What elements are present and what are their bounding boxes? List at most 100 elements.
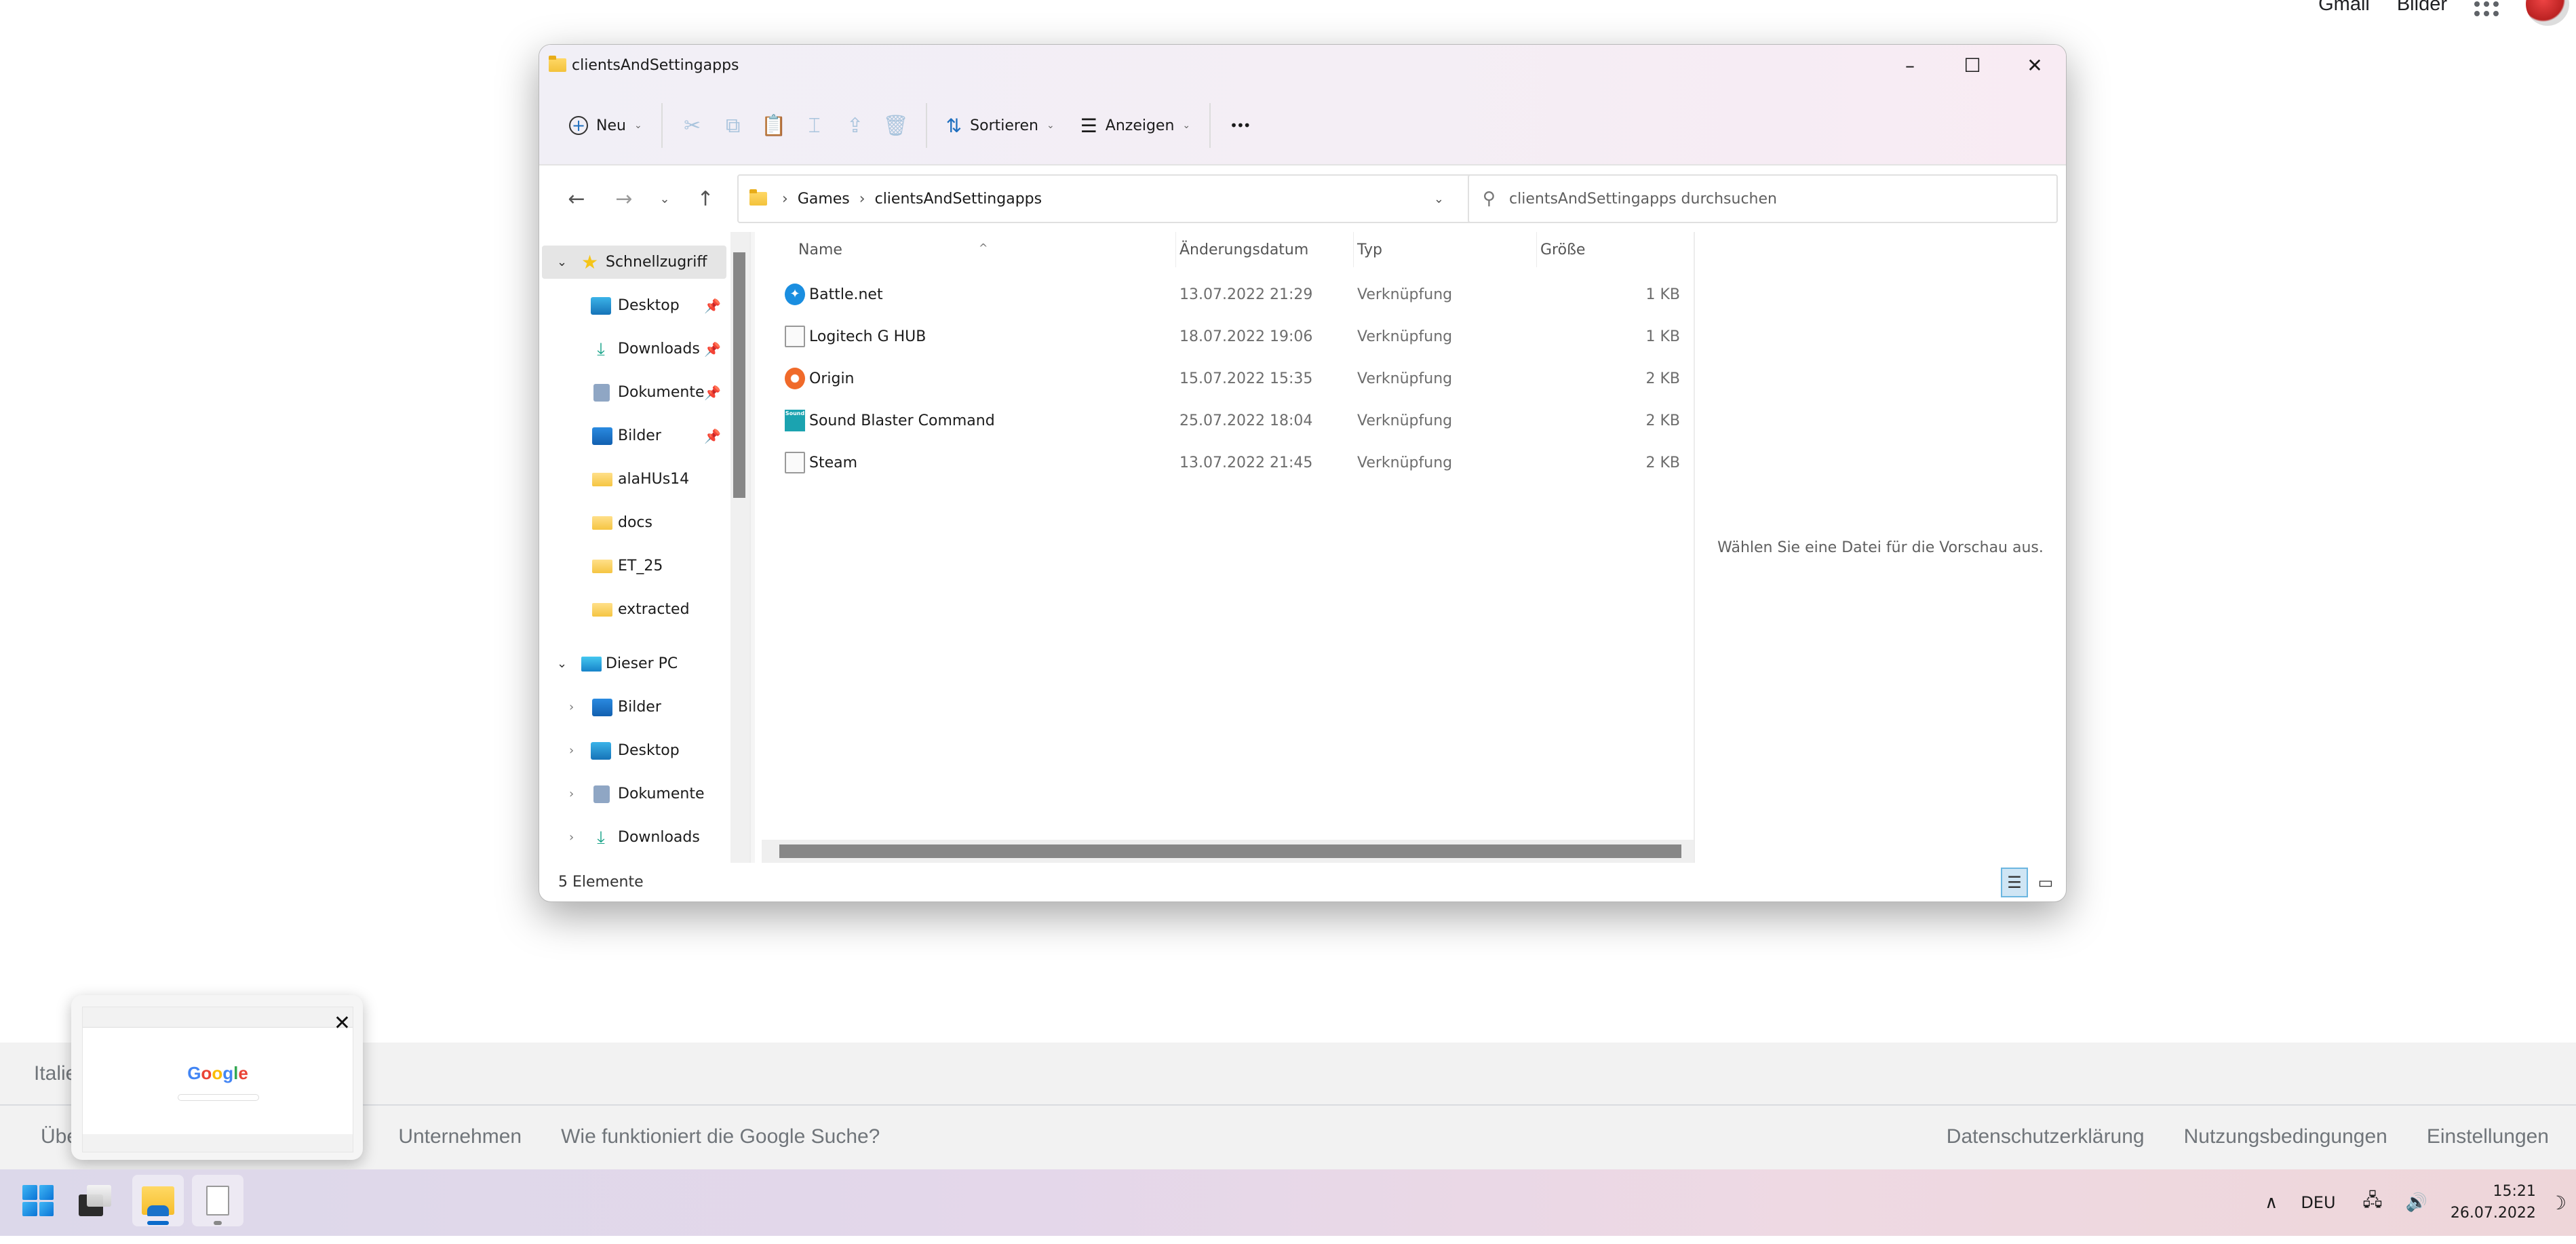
sidebar-label: alaHUs14	[618, 471, 690, 488]
chevron-right-icon[interactable]: ›	[569, 830, 574, 844]
breadcrumb-games[interactable]: Games	[798, 191, 850, 208]
input-language[interactable]: DEU	[2301, 1193, 2335, 1212]
origin-icon	[785, 368, 805, 389]
footer-link-business[interactable]: Unternehmen	[398, 1125, 522, 1148]
column-divider[interactable]	[1175, 232, 1176, 267]
gmail-link[interactable]: Gmail	[2318, 0, 2370, 16]
sidebar-item-documents[interactable]: Dokumente 📌	[542, 376, 726, 409]
chevron-down-icon[interactable]: ⌄	[557, 657, 567, 671]
sidebar-item-pc-downloads[interactable]: › ⤓ Downloads	[542, 821, 726, 854]
sidebar-item-desktop[interactable]: Desktop 📌	[542, 289, 726, 322]
chevron-down-icon[interactable]: ⌄	[557, 255, 567, 269]
horizontal-scrollbar-thumb[interactable]	[779, 844, 1681, 858]
sidebar-item-pictures[interactable]: Bilder 📌	[542, 419, 726, 452]
column-header-date[interactable]: Änderungsdatum	[1179, 241, 1308, 258]
more-options-button[interactable]: •••	[1220, 105, 1259, 146]
footer-link-how-search-works[interactable]: Wie funktioniert die Google Suche?	[561, 1125, 880, 1148]
rename-icon[interactable]: ⌶	[794, 105, 835, 146]
file-row[interactable]: Sound Sound Blaster Command 25.07.2022 1…	[768, 400, 1694, 442]
title-bar[interactable]: clientsAndSettingapps	[539, 45, 2066, 85]
navigation-pane: ⌄ ★ Schnellzugriff Desktop 📌 ⤓ Downloads…	[539, 232, 749, 863]
sidebar-item-pc-desktop[interactable]: › Desktop	[542, 734, 726, 767]
forward-button[interactable]: →	[600, 178, 648, 219]
pane-divider[interactable]	[749, 232, 755, 863]
clock[interactable]: 15:21 26.07.2022	[2451, 1181, 2536, 1224]
column-header-name[interactable]: Name	[798, 241, 842, 258]
file-row[interactable]: Logitech G HUB 18.07.2022 19:06 Verknüpf…	[768, 316, 1694, 358]
taskbar-preview-thumbnail[interactable]: Google ✕	[71, 995, 363, 1160]
network-icon[interactable]: 🖧	[2363, 1188, 2383, 1218]
task-view-button[interactable]	[69, 1175, 121, 1226]
column-divider[interactable]	[1536, 232, 1537, 267]
copy-icon[interactable]: ⧉	[713, 105, 754, 146]
show-hidden-icons-button[interactable]: ∧	[2265, 1192, 2278, 1213]
file-row[interactable]: Origin 15.07.2022 15:35 Verknüpfung 2 KB	[768, 358, 1694, 400]
file-type: Verknüpfung	[1357, 328, 1453, 345]
sidebar-item-quick-access[interactable]: ⌄ ★ Schnellzugriff	[542, 246, 726, 279]
sidebar-item-folder[interactable]: extracted	[542, 593, 726, 626]
sidebar-item-folder[interactable]: alaHUs14	[542, 463, 726, 496]
thumbnail-browser-page: Google	[82, 1007, 353, 1152]
pin-icon[interactable]: 📌	[704, 385, 721, 401]
search-box[interactable]: ⚲ clientsAndSettingapps durchsuchen	[1468, 174, 2058, 223]
share-icon[interactable]: ⇪	[835, 105, 876, 146]
footer-link-settings[interactable]: Einstellungen	[2427, 1125, 2549, 1148]
address-dropdown-button[interactable]: ⌄	[1434, 192, 1444, 206]
cut-icon[interactable]: ✂	[672, 105, 713, 146]
close-button[interactable]: ✕	[2004, 45, 2066, 85]
back-button[interactable]: ←	[553, 178, 600, 219]
sidebar-scrollbar-thumb[interactable]	[733, 252, 745, 498]
breadcrumb-current[interactable]: clientsAndSettingapps	[875, 191, 1042, 208]
paste-icon[interactable]: 📋	[754, 105, 794, 146]
file-row[interactable]: Steam 13.07.2022 21:45 Verknüpfung 2 KB	[768, 442, 1694, 484]
pin-icon[interactable]: 📌	[704, 298, 721, 314]
minimize-button[interactable]: –	[1879, 45, 1941, 85]
preview-pane: Wählen Sie eine Datei für die Vorschau a…	[1694, 232, 2066, 863]
address-bar[interactable]: › Games › clientsAndSettingapps ⌄ ↻	[737, 174, 1512, 223]
delete-icon[interactable]: 🗑	[876, 105, 916, 146]
file-row[interactable]: ✦ Battle.net 13.07.2022 21:29 Verknüpfun…	[768, 274, 1694, 316]
blank-file-icon	[206, 1186, 229, 1216]
sidebar-item-pc-documents[interactable]: › Dokumente	[542, 777, 726, 811]
focus-assist-icon[interactable]: ☽	[2550, 1192, 2567, 1214]
close-icon[interactable]: ✕	[334, 1011, 351, 1035]
sidebar-item-this-pc[interactable]: ⌄ Dieser PC	[542, 647, 726, 680]
footer-link-privacy[interactable]: Datenschutzerklärung	[1947, 1125, 2145, 1148]
sidebar-item-folder[interactable]: docs	[542, 506, 726, 539]
taskbar-explorer[interactable]	[132, 1175, 184, 1226]
footer-link-terms[interactable]: Nutzungsbedingungen	[2184, 1125, 2387, 1148]
apps-grid-icon[interactable]	[2474, 0, 2499, 16]
recent-locations-button[interactable]: ⌄	[648, 178, 682, 219]
chevron-right-icon[interactable]: ›	[569, 700, 574, 714]
sidebar-item-folder[interactable]: ET_25	[542, 549, 726, 583]
account-avatar[interactable]	[2526, 0, 2569, 26]
sidebar-label: docs	[618, 514, 652, 531]
details-view-icon[interactable]: ☰	[2001, 868, 2028, 897]
chevron-right-icon[interactable]: ›	[569, 743, 574, 758]
sidebar-item-pc-pictures[interactable]: › Bilder	[542, 691, 726, 724]
start-button[interactable]	[12, 1175, 64, 1226]
new-button[interactable]: + Neu ⌄	[560, 105, 652, 146]
sort-label: Sortieren	[970, 117, 1038, 134]
volume-icon[interactable]: 🔊	[2406, 1192, 2427, 1213]
column-header-type[interactable]: Typ	[1357, 241, 1382, 258]
file-type: Verknüpfung	[1357, 412, 1453, 429]
column-header-size[interactable]: Größe	[1540, 241, 1585, 258]
column-divider[interactable]	[1353, 232, 1354, 267]
images-link[interactable]: Bilder	[2397, 0, 2447, 16]
pin-icon[interactable]: 📌	[704, 428, 721, 444]
file-size: 1 KB	[1645, 328, 1680, 345]
maximize-button[interactable]: ☐	[1941, 45, 2004, 85]
sort-button[interactable]: ⇅ Sortieren ⌄	[937, 105, 1064, 146]
sidebar-item-downloads[interactable]: ⤓ Downloads 📌	[542, 332, 726, 366]
taskbar-file-app[interactable]	[192, 1175, 243, 1226]
pin-icon[interactable]: 📌	[704, 341, 721, 357]
chevron-right-icon[interactable]: ›	[569, 787, 574, 801]
view-button[interactable]: ☰ Anzeigen ⌄	[1071, 105, 1200, 146]
system-tray: ∧ DEU 🖧 🔊 15:21 26.07.2022 ☽	[2265, 1169, 2576, 1236]
sidebar-label: extracted	[618, 601, 690, 618]
search-icon: ⚲	[1483, 189, 1496, 209]
pictures-icon	[592, 427, 612, 445]
up-button[interactable]: ↑	[682, 178, 729, 219]
large-icons-view-icon[interactable]: ▭	[2032, 868, 2059, 897]
